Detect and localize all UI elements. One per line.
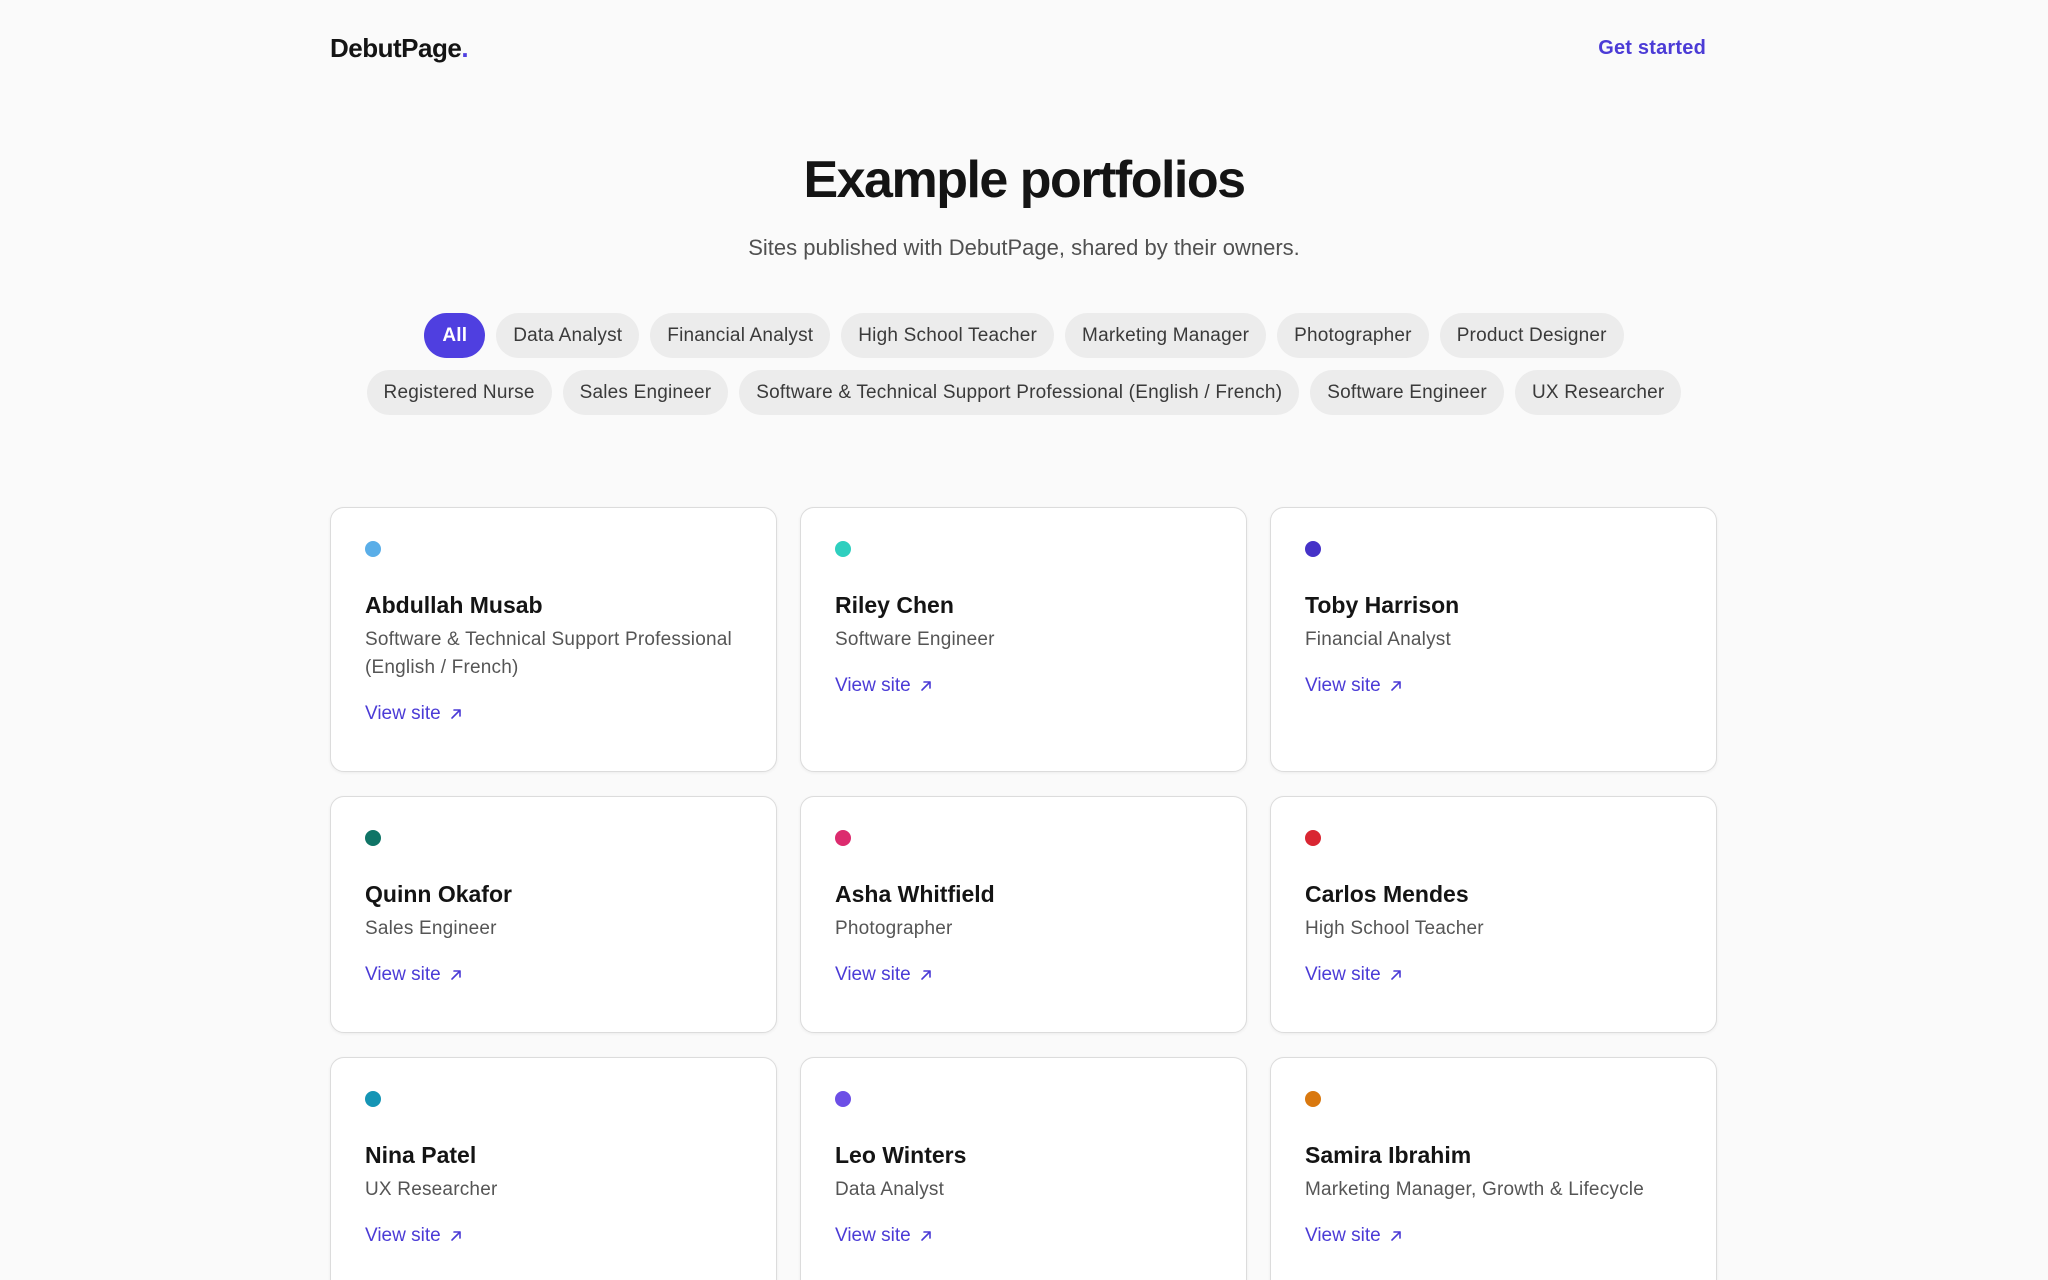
portfolio-card: Leo Winters Data Analyst View site — [800, 1057, 1247, 1280]
portfolio-role: Sales Engineer — [365, 918, 497, 939]
view-site-link[interactable]: View site — [835, 674, 933, 698]
portfolio-owner-name: Leo Winters — [835, 1142, 967, 1168]
brand-name: DebutPage — [330, 32, 462, 63]
page-subtitle: Sites published with DebutPage, shared b… — [748, 235, 1300, 260]
arrow-up-right-icon — [1390, 681, 1401, 691]
portfolio-role: Financial Analyst — [1305, 629, 1451, 650]
color-dot-icon — [835, 1091, 851, 1107]
view-site-label: View site — [1305, 964, 1381, 985]
arrow-up-right-icon — [1390, 1231, 1401, 1241]
portfolio-role: UX Researcher — [365, 1179, 498, 1200]
color-dot-icon — [1305, 1091, 1321, 1107]
view-site-link[interactable]: View site — [1305, 674, 1403, 698]
portfolio-role: Marketing Manager, Growth & Lifecycle — [1305, 1179, 1644, 1200]
portfolio-role: Photographer — [835, 918, 953, 939]
filter-chip-ux-researcher[interactable]: UX Researcher — [1514, 370, 1682, 415]
get-started-link[interactable]: Get started — [1598, 37, 1706, 60]
portfolio-card: Abdullah Musab Software & Technical Suppo… — [330, 507, 777, 772]
portfolio-role: Data Analyst — [835, 1179, 945, 1200]
filter-chip-high-school-teacher[interactable]: High School Teacher — [841, 313, 1055, 358]
view-site-label: View site — [1305, 1225, 1381, 1246]
view-site-link[interactable]: View site — [1305, 963, 1403, 987]
portfolio-role: High School Teacher — [1305, 918, 1484, 939]
view-site-link[interactable]: View site — [835, 1224, 933, 1248]
view-site-label: View site — [1305, 675, 1381, 696]
page-title: Example portfolios — [803, 151, 1246, 209]
view-site-link[interactable]: View site — [365, 1224, 463, 1248]
portfolio-owner-name: Abdullah Musab — [365, 592, 543, 618]
arrow-up-right-icon — [450, 1231, 461, 1241]
portfolio-card: Nina Patel UX Researcher View site — [330, 1057, 777, 1280]
brand-dot: . — [461, 32, 469, 63]
color-dot-icon — [835, 541, 851, 557]
filter-chip-photographer[interactable]: Photographer — [1277, 313, 1429, 358]
arrow-up-right-icon — [920, 1231, 931, 1241]
view-site-link[interactable]: View site — [365, 702, 463, 726]
brand-logo[interactable]: DebutPage. — [330, 32, 469, 64]
arrow-up-right-icon — [450, 709, 461, 719]
arrow-up-right-icon — [920, 681, 931, 691]
filter-chip-software-engineer[interactable]: Software Engineer — [1310, 370, 1504, 415]
filter-chip-all[interactable]: All — [424, 313, 486, 358]
filter-chip-sales-engineer[interactable]: Sales Engineer — [562, 370, 729, 415]
view-site-label: View site — [835, 675, 911, 696]
filter-chip-data-analyst[interactable]: Data Analyst — [496, 313, 640, 358]
portfolio-card: Riley Chen Software Engineer View site — [800, 507, 1247, 772]
arrow-up-right-icon — [1390, 970, 1401, 980]
portfolio-card: Quinn Okafor Sales Engineer View site — [330, 796, 777, 1033]
view-site-label: View site — [835, 964, 911, 985]
portfolio-card: Asha Whitfield Photographer View site — [800, 796, 1247, 1033]
view-site-link[interactable]: View site — [835, 963, 933, 987]
filter-chip-software-technical-support-professional-english-french[interactable]: Software & Technical Support Professiona… — [739, 370, 1300, 415]
hero: Example portfolios Sites published with … — [0, 148, 2048, 262]
portfolio-owner-name: Carlos Mendes — [1305, 881, 1469, 907]
portfolio-role: Software & Technical Support Professiona… — [365, 629, 732, 678]
portfolio-card: Samira Ibrahim Marketing Manager, Growth … — [1270, 1057, 1717, 1280]
view-site-label: View site — [835, 1225, 911, 1246]
portfolio-role: Software Engineer — [835, 629, 995, 650]
color-dot-icon — [1305, 541, 1321, 557]
portfolio-owner-name: Quinn Okafor — [365, 881, 512, 907]
filter-chip-marketing-manager[interactable]: Marketing Manager — [1065, 313, 1267, 358]
view-site-link[interactable]: View site — [365, 963, 463, 987]
portfolio-owner-name: Riley Chen — [835, 592, 954, 618]
filter-chip-registered-nurse[interactable]: Registered Nurse — [366, 370, 552, 415]
view-site-label: View site — [365, 964, 441, 985]
role-filter-bar: All Data Analyst Financial Analyst High Sch… — [330, 313, 1718, 415]
portfolio-owner-name: Toby Harrison — [1305, 592, 1460, 618]
view-site-label: View site — [365, 703, 441, 724]
color-dot-icon — [365, 830, 381, 846]
portfolio-card: Toby Harrison Financial Analyst View site — [1270, 507, 1717, 772]
portfolio-owner-name: Asha Whitfield — [835, 881, 995, 907]
arrow-up-right-icon — [450, 970, 461, 980]
portfolio-owner-name: Samira Ibrahim — [1305, 1142, 1472, 1168]
color-dot-icon — [835, 830, 851, 846]
top-bar: DebutPage. Get started — [330, 28, 1718, 68]
filter-chip-financial-analyst[interactable]: Financial Analyst — [650, 313, 831, 358]
portfolio-grid: Abdullah Musab Software & Technical Suppo… — [330, 507, 1718, 1280]
portfolio-card: Carlos Mendes High School Teacher View sit… — [1270, 796, 1717, 1033]
filter-chip-product-designer[interactable]: Product Designer — [1439, 313, 1624, 358]
view-site-label: View site — [365, 1225, 441, 1246]
portfolio-owner-name: Nina Patel — [365, 1142, 477, 1168]
color-dot-icon — [365, 1091, 381, 1107]
color-dot-icon — [1305, 830, 1321, 846]
view-site-link[interactable]: View site — [1305, 1224, 1403, 1248]
color-dot-icon — [365, 541, 381, 557]
portfolio-page: DebutPage. Get started Example portfolio… — [0, 0, 2048, 1280]
arrow-up-right-icon — [920, 970, 931, 980]
